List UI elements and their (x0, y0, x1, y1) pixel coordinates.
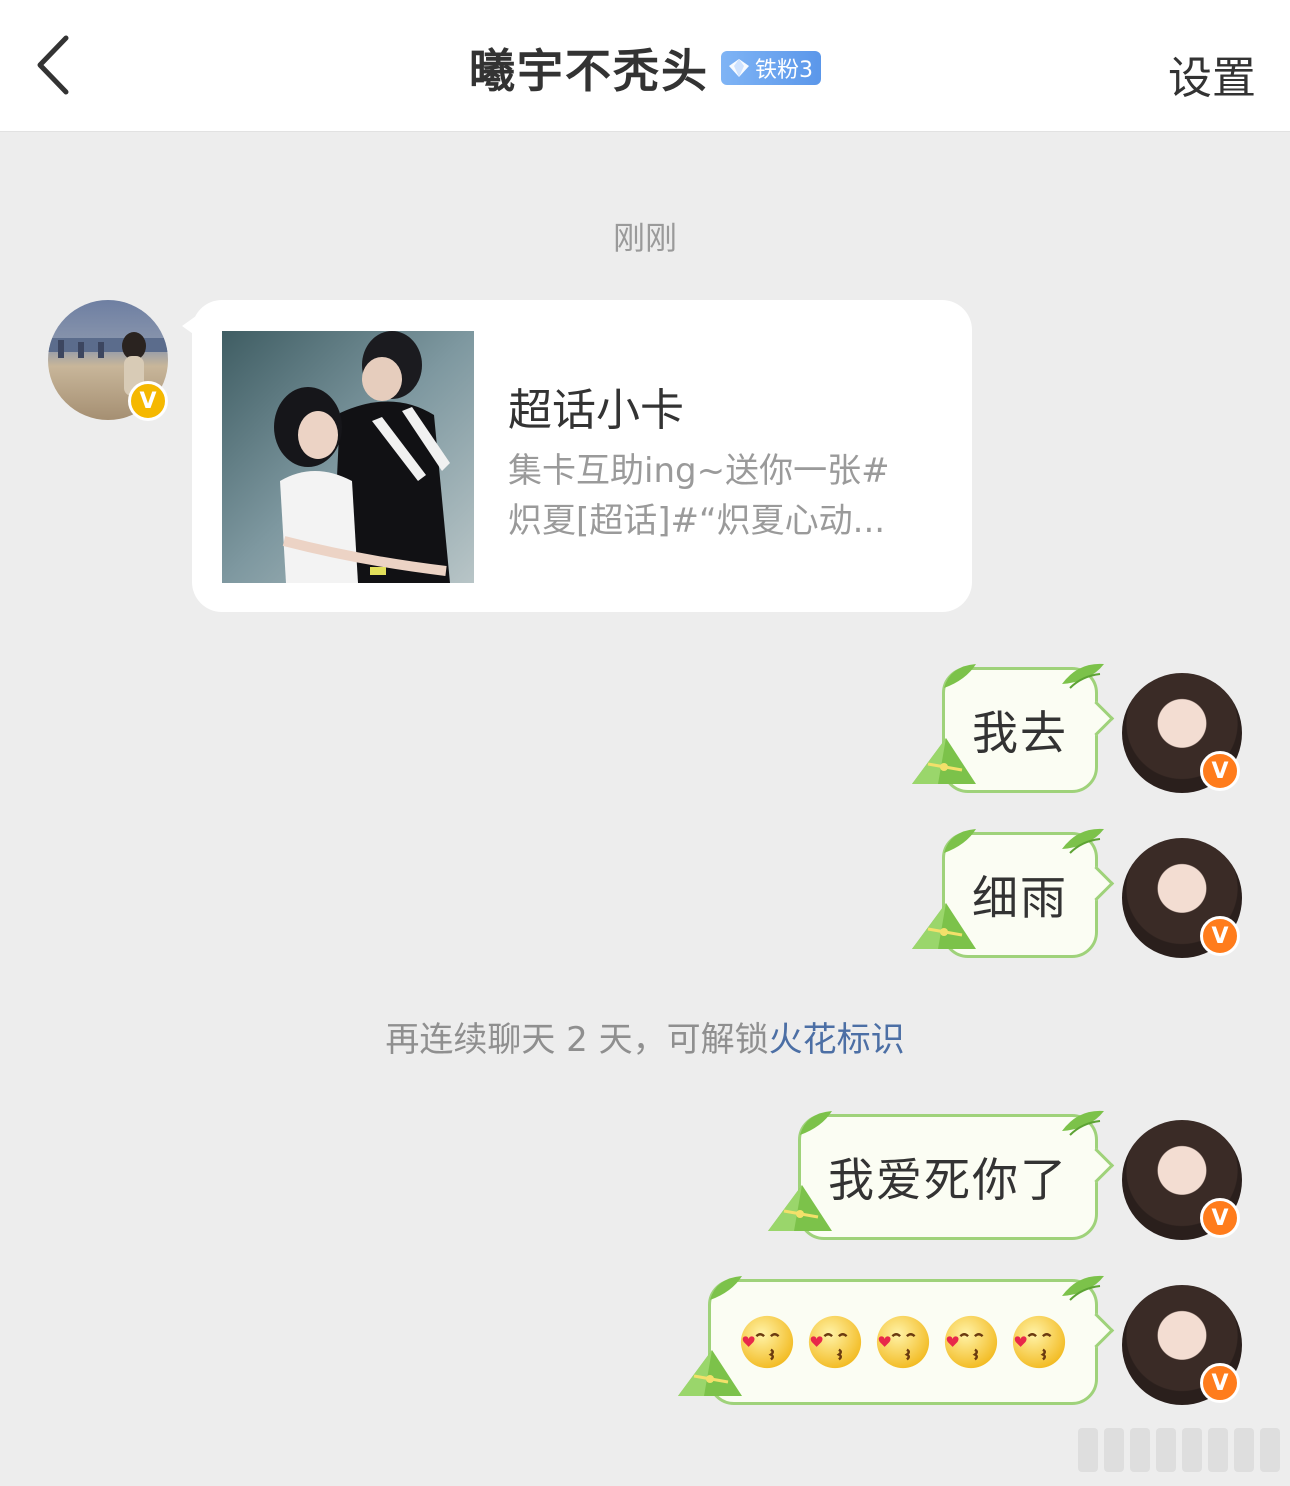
verified-v-icon: V (1200, 916, 1240, 956)
diamond-icon (729, 59, 749, 77)
top-bar: 曦宇不秃头 铁粉3 设置 (0, 0, 1290, 132)
kiss-face-emoji (740, 1315, 794, 1369)
message-timestamp: 刚刚 (612, 219, 677, 257)
fan-badge-label: 铁粉3 (755, 58, 813, 83)
message-text: 细雨 (972, 871, 1068, 925)
card-description-line: 炽夏[超话]#“炽夏心动... (508, 501, 886, 541)
emoji-row (738, 1313, 1068, 1371)
card-description: 集卡互助ing~送你一张# 炽夏[超话]#“炽夏心动... (508, 446, 948, 546)
streak-notice-text: 再连续聊天 2 天，可解锁 (385, 1020, 769, 1060)
conversation-title: 曦宇不秃头 (469, 44, 709, 98)
sent-message-bubble[interactable]: 我爱死你了 (798, 1114, 1098, 1240)
bamboo-leaf-icon (944, 664, 976, 688)
kiss-face-emoji (944, 1315, 998, 1369)
card-thumbnail (222, 331, 474, 583)
chat-page: 曦宇不秃头 铁粉3 设置 刚刚 V 超话小卡 集卡互助ing~送你一张# 炽夏[… (0, 0, 1290, 1486)
zongzi-icon (912, 738, 976, 784)
verified-v-icon: V (1200, 1198, 1240, 1238)
card-description-line: 集卡互助ing~送你一张# (508, 451, 890, 491)
kiss-face-emoji (876, 1315, 930, 1369)
bamboo-leaf-icon (1062, 1275, 1104, 1301)
bamboo-leaf-icon (1062, 1110, 1104, 1136)
bamboo-leaf-icon (710, 1276, 742, 1300)
watermark (1078, 1428, 1280, 1472)
zongzi-icon (768, 1185, 832, 1231)
message-text: 我爱死你了 (828, 1153, 1068, 1207)
kiss-face-emoji (808, 1315, 862, 1369)
fan-level-badge[interactable]: 铁粉3 (721, 51, 821, 85)
verified-v-icon: V (1200, 1363, 1240, 1403)
spark-badge-link[interactable]: 火花标识 (769, 1020, 905, 1060)
bamboo-leaf-icon (1062, 663, 1104, 689)
title-group: 曦宇不秃头 铁粉3 (0, 38, 1290, 98)
card-title: 超话小卡 (508, 385, 684, 436)
verified-v-icon: V (1200, 751, 1240, 791)
verified-v-icon: V (128, 381, 168, 421)
streak-notice: 再连续聊天 2 天，可解锁火花标识 (0, 1012, 1290, 1061)
zongzi-icon (912, 903, 976, 949)
kiss-face-emoji (1012, 1315, 1066, 1369)
message-text: 我去 (972, 706, 1068, 760)
bamboo-leaf-icon (1062, 828, 1104, 854)
zongzi-icon (678, 1350, 742, 1396)
settings-button[interactable]: 设置 (1168, 42, 1256, 106)
sent-emoji-message-bubble[interactable] (708, 1279, 1098, 1405)
super-topic-card-message[interactable]: 超话小卡 集卡互助ing~送你一张# 炽夏[超话]#“炽夏心动... (182, 300, 972, 612)
bamboo-leaf-icon (800, 1111, 832, 1135)
bamboo-leaf-icon (944, 829, 976, 853)
